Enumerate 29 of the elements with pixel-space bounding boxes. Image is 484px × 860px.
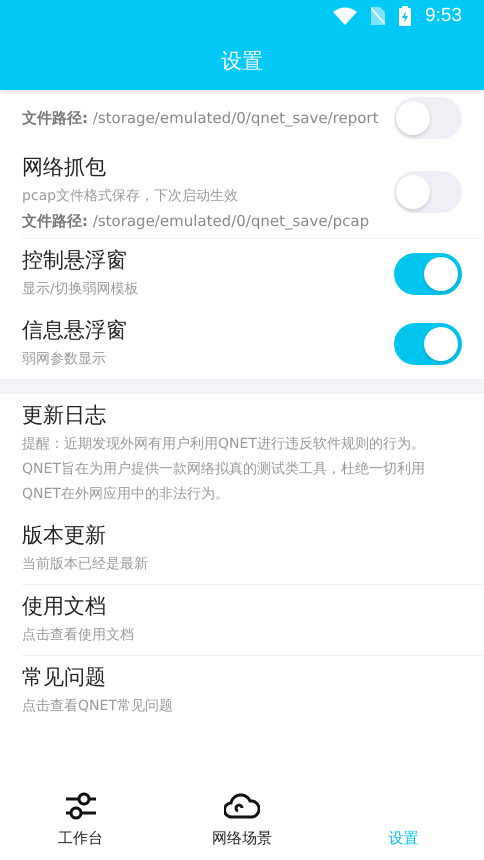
setting-title[interactable]: 常见问题 (22, 663, 462, 691)
setting-title[interactable]: 网络抓包 (22, 153, 394, 181)
setting-description: 当前版本已经是最新 (22, 555, 149, 574)
setting-description: 弱网参数显示 (22, 350, 107, 369)
toggle-switch[interactable] (394, 97, 462, 139)
setting-description: 显示/切换弱网模板 (22, 280, 140, 299)
setting-description: 点击查看QNET常见问题 (22, 697, 174, 716)
setting-description: 点击查看使用文档 (22, 626, 135, 645)
file-path: 文件路径: /storage/emulated/0/qnet_save/pcap (22, 212, 370, 231)
setting-title[interactable]: 版本更新 (22, 521, 462, 549)
setting-description: 提醒：近期发现外网有用户利用QNET进行违反软件规则的行为。QNET旨在为用户提供一款网络拟真的测试类工具，杜绝一切利用QNET在外网应用中的非法行为。 (22, 435, 426, 504)
status-time: 9:53 (425, 5, 462, 27)
setting-title[interactable]: 信息悬浮窗 (22, 316, 394, 344)
nav-tab[interactable]: 工作台 (58, 829, 104, 848)
setting-title[interactable]: 更新日志 (22, 401, 462, 429)
toggle-switch[interactable] (394, 253, 462, 295)
nav-tab[interactable]: 网络场景 (212, 829, 272, 848)
setting-description: pcap文件格式保存，下次启动生效 (22, 187, 240, 206)
toggle-switch[interactable] (394, 323, 462, 365)
page-title: 设置 (221, 48, 263, 75)
setting-title[interactable]: 使用文档 (22, 592, 462, 620)
wifi-icon (333, 7, 358, 25)
sliders-icon (64, 791, 98, 821)
setting-title[interactable]: 控制悬浮窗 (22, 246, 394, 274)
no-sim-icon (371, 7, 386, 25)
toggle-switch[interactable] (394, 171, 462, 213)
battery-charging-icon (399, 6, 412, 26)
file-path: 文件路径: /storage/emulated/0/qnet_save/report (22, 108, 380, 128)
cloud-icon (224, 791, 260, 821)
